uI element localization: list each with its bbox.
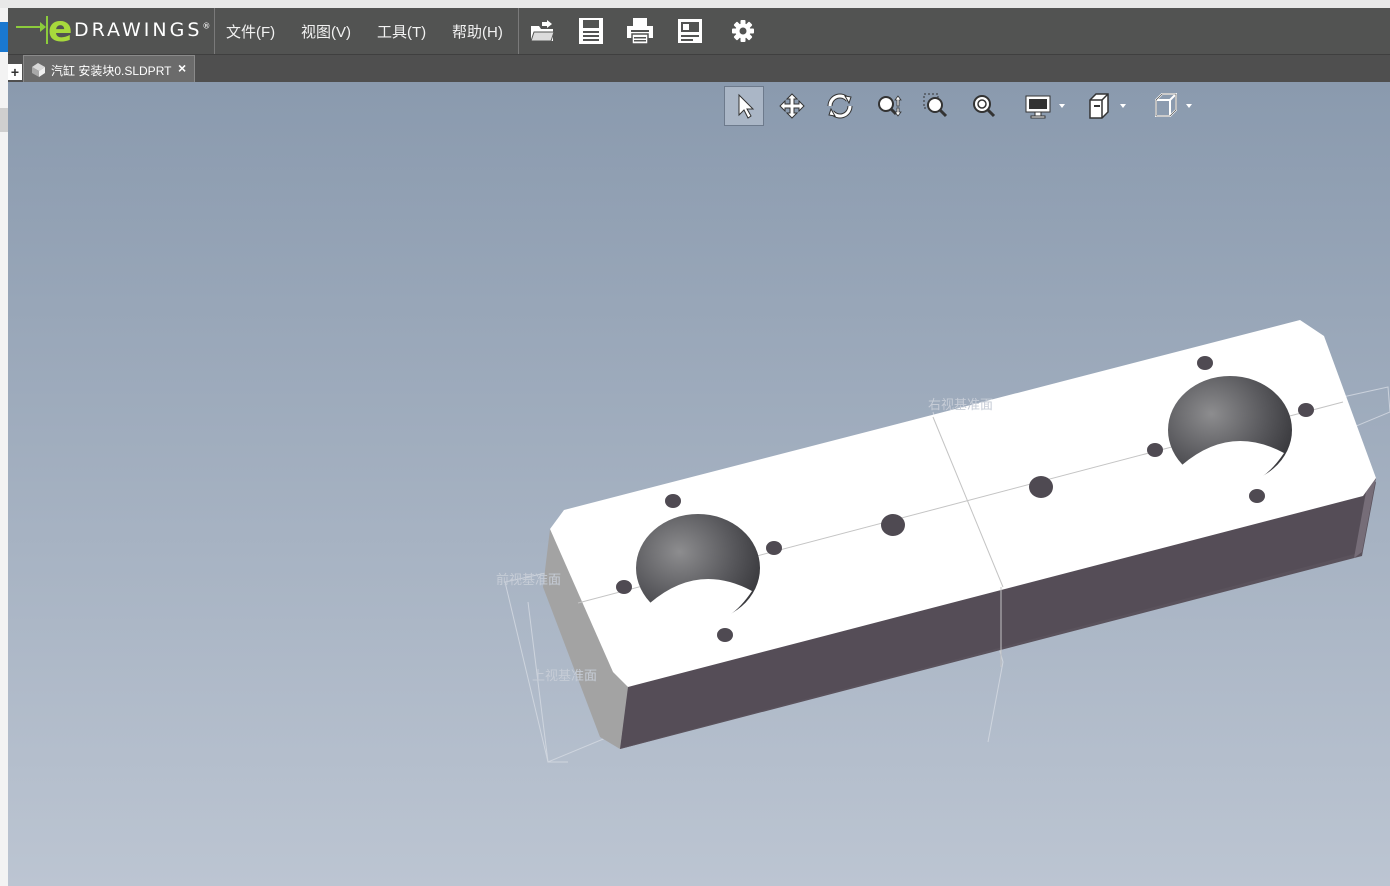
zoom-to-fit-icon — [973, 95, 996, 118]
edrawings-logo: e DRAWINGS® — [12, 8, 212, 54]
bottom-plane-label: 上视基准面 — [532, 668, 597, 683]
menu-view[interactable]: 视图(V) — [301, 21, 351, 42]
logo-mark: e — [48, 9, 73, 50]
pan-icon — [779, 93, 805, 119]
menubar-separator — [214, 8, 215, 54]
menu-file[interactable]: 文件(F) — [226, 21, 275, 42]
zoom-to-fit-button[interactable] — [964, 86, 1004, 126]
document-tabbar: + 汽缸 安装块0.SLDPRT × — [8, 55, 1390, 82]
front-plane-label: 前视基准面 — [496, 572, 561, 587]
menu-help[interactable]: 帮助(H) — [452, 21, 503, 42]
display-style-icon — [1025, 95, 1065, 119]
open-icon[interactable] — [528, 16, 558, 46]
zoom-button[interactable] — [868, 86, 908, 126]
new-tab-button[interactable]: + — [8, 64, 22, 80]
view-toolbar — [724, 86, 1204, 126]
logo-wordmark: DRAWINGS — [74, 19, 203, 41]
part-icon — [32, 63, 45, 77]
document-tab-label: 汽缸 安装块0.SLDPRT — [51, 64, 172, 78]
logo-word: DRAWINGS® — [74, 19, 213, 41]
pan-button[interactable] — [772, 86, 812, 126]
rotate-button[interactable] — [820, 86, 860, 126]
standard-views-icon — [1155, 93, 1192, 117]
top-plane-label: 右视基准面 — [928, 397, 993, 412]
select-icon — [738, 93, 755, 119]
settings-icon[interactable] — [728, 16, 758, 46]
section-button[interactable] — [1080, 86, 1138, 126]
menubar: e DRAWINGS® 文件(F) 视图(V) 工具(T) 帮助(H) — [8, 8, 1390, 55]
background-window-strip — [0, 0, 1390, 8]
menubar-separator — [518, 8, 519, 54]
menu-tools[interactable]: 工具(T) — [377, 21, 426, 42]
section-icon — [1089, 93, 1126, 119]
close-icon[interactable]: × — [178, 60, 186, 76]
save-icon[interactable] — [576, 16, 606, 46]
edrawings-window: e DRAWINGS® 文件(F) 视图(V) 工具(T) 帮助(H) + 汽缸… — [8, 8, 1390, 886]
zoom-icon — [878, 95, 902, 117]
standard-views-button[interactable] — [1144, 86, 1202, 126]
logo-registered: ® — [202, 21, 214, 31]
markup-icon[interactable] — [675, 16, 705, 46]
zoom-to-area-button[interactable] — [916, 86, 956, 126]
display-style-button[interactable] — [1016, 86, 1074, 126]
3d-viewport[interactable]: 右视基准面 前视基准面 上视基准面 — [8, 82, 1390, 886]
part-model: 右视基准面 前视基准面 上视基准面 — [496, 320, 1390, 763]
print-icon[interactable] — [625, 16, 655, 46]
document-tab[interactable]: 汽缸 安装块0.SLDPRT × — [23, 55, 195, 82]
rotate-icon — [827, 93, 853, 119]
zoom-to-area-icon — [923, 93, 948, 118]
background-window-edge — [0, 8, 8, 886]
background-window-item — [0, 108, 8, 132]
background-window-accent — [0, 22, 8, 52]
select-button[interactable] — [724, 86, 764, 126]
